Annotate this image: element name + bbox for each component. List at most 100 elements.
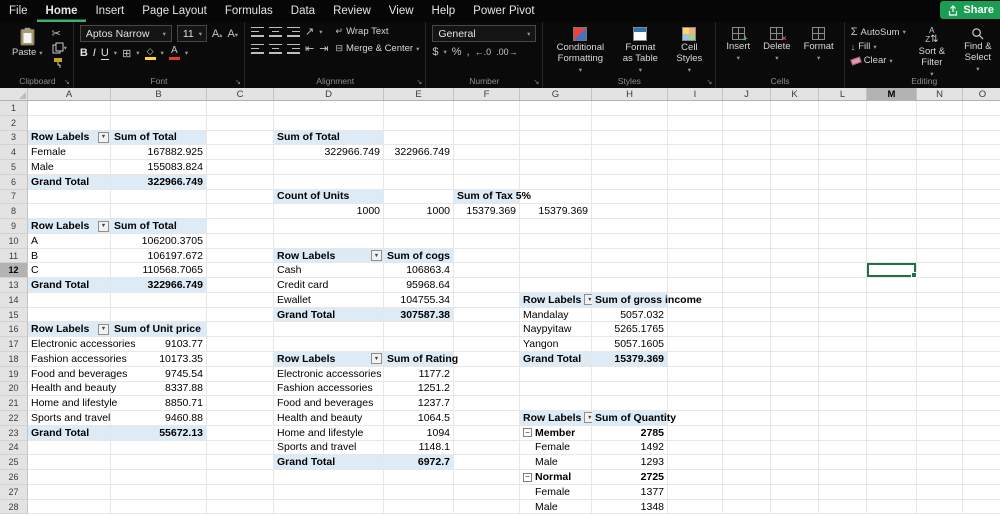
cell-I6[interactable] — [668, 174, 723, 190]
cell-L27[interactable] — [819, 484, 867, 500]
column-header-N[interactable]: N — [917, 88, 963, 100]
cell-D22[interactable]: Health and beauty — [274, 411, 384, 426]
cell-K25[interactable] — [771, 455, 819, 471]
row-header-13[interactable]: 13 — [0, 278, 28, 293]
cell-K4[interactable] — [771, 145, 819, 161]
cell-H15[interactable]: 5057.032 — [592, 307, 668, 323]
cell-H11[interactable] — [592, 248, 668, 264]
cell-A11[interactable]: B — [28, 248, 111, 264]
cell-C25[interactable] — [207, 455, 274, 471]
cell-K14[interactable] — [771, 292, 819, 308]
cell-E12[interactable]: 106863.4 — [384, 263, 454, 279]
cell-J1[interactable] — [723, 101, 771, 116]
cell-K22[interactable] — [771, 411, 819, 426]
cell-C12[interactable] — [207, 263, 274, 279]
insert-cells-button[interactable]: + Insert ▾ — [722, 25, 754, 64]
cell-N21[interactable] — [917, 396, 963, 412]
cell-O13[interactable] — [963, 278, 1000, 293]
cell-N12[interactable] — [917, 263, 963, 279]
column-header-E[interactable]: E — [384, 88, 454, 100]
cell-C14[interactable] — [207, 292, 274, 308]
copy-button[interactable]: ▾ — [52, 42, 67, 54]
column-header-A[interactable]: A — [28, 88, 111, 100]
row-header-7[interactable]: 7 — [0, 189, 28, 205]
cell-C3[interactable] — [207, 130, 274, 146]
cell-M24[interactable] — [867, 440, 917, 456]
format-as-table-button[interactable]: Format as Table ▾ — [616, 25, 664, 76]
cell-K7[interactable] — [771, 189, 819, 205]
cell-D21[interactable]: Food and beverages — [274, 396, 384, 412]
cell-F9[interactable] — [454, 219, 520, 234]
cell-O6[interactable] — [963, 175, 1000, 190]
cell-F28[interactable] — [454, 499, 520, 515]
cell-M3[interactable] — [867, 130, 917, 146]
cell-F2[interactable] — [454, 115, 520, 131]
row-header-8[interactable]: 8 — [0, 204, 28, 220]
cell-E5[interactable] — [384, 160, 454, 175]
cell-N11[interactable] — [917, 248, 963, 264]
cell-E4[interactable]: 322966.749 — [384, 145, 454, 161]
cell-O3[interactable] — [963, 131, 1000, 146]
cell-D19[interactable]: Electronic accessories — [274, 366, 384, 382]
cell-M15[interactable] — [867, 307, 917, 323]
cell-B10[interactable]: 106200.3705 — [111, 233, 207, 249]
cell-B5[interactable]: 155083.824 — [111, 160, 207, 175]
cell-L13[interactable] — [819, 278, 867, 293]
cell-B13[interactable]: 322966.749 — [111, 278, 207, 293]
cell-L25[interactable] — [819, 455, 867, 471]
cell-D26[interactable] — [274, 470, 384, 485]
cell-M18[interactable] — [867, 352, 917, 367]
cell-C5[interactable] — [207, 160, 274, 175]
row-header-9[interactable]: 9 — [0, 219, 28, 234]
cell-G21[interactable] — [520, 396, 592, 412]
cell-J15[interactable] — [723, 307, 771, 323]
cell-L23[interactable] — [819, 425, 867, 441]
cell-F11[interactable] — [454, 248, 520, 264]
cell-F1[interactable] — [454, 101, 520, 116]
cell-G5[interactable] — [520, 160, 592, 175]
cell-F19[interactable] — [454, 366, 520, 382]
cell-O5[interactable] — [963, 160, 1000, 175]
cell-J17[interactable] — [723, 337, 771, 353]
menu-tab-home[interactable]: Home — [37, 0, 87, 22]
cell-G11[interactable] — [520, 248, 592, 264]
filter-button[interactable]: ▼ — [98, 323, 109, 335]
cell-M17[interactable] — [867, 337, 917, 353]
cell-D13[interactable]: Credit card — [274, 278, 384, 293]
cell-N24[interactable] — [917, 440, 963, 456]
cell-E20[interactable]: 1251.2 — [384, 381, 454, 397]
cell-M26[interactable] — [867, 470, 917, 485]
cell-D17[interactable] — [274, 337, 384, 353]
cell-B17[interactable]: 9103.77 — [111, 337, 207, 353]
cell-E15[interactable]: 307587.38 — [384, 307, 454, 323]
cell-D4[interactable]: 322966.749 — [274, 145, 384, 161]
cell-I9[interactable] — [668, 219, 723, 234]
cell-A21[interactable]: Home and lifestyle — [28, 396, 117, 412]
cell-A12[interactable]: C — [28, 263, 111, 279]
cell-O19[interactable] — [963, 367, 1000, 382]
font-name-select[interactable]: Aptos Narrow ▾ — [79, 25, 172, 42]
cell-M7[interactable] — [867, 189, 917, 205]
align-middle-icon[interactable] — [269, 26, 283, 37]
cell-E9[interactable] — [384, 219, 454, 234]
cell-K19[interactable] — [771, 366, 819, 382]
cell-H21[interactable] — [592, 396, 668, 412]
cell-B16[interactable]: Sum of Unit price — [111, 322, 207, 338]
cell-K8[interactable] — [771, 204, 819, 220]
column-header-K[interactable]: K — [771, 88, 819, 100]
row-header-20[interactable]: 20 — [0, 381, 28, 397]
cell-F3[interactable] — [454, 130, 520, 146]
cell-L15[interactable] — [819, 307, 867, 323]
cell-B19[interactable]: 9745.54 — [111, 366, 207, 382]
cell-K23[interactable] — [771, 425, 819, 441]
cell-I5[interactable] — [668, 160, 723, 175]
row-header-15[interactable]: 15 — [0, 307, 28, 323]
cell-F5[interactable] — [454, 160, 520, 175]
cell-K15[interactable] — [771, 307, 819, 323]
cell-C13[interactable] — [207, 278, 274, 293]
cell-L22[interactable] — [819, 411, 867, 426]
font-dialog-launcher-icon[interactable]: ↘ — [235, 78, 241, 86]
cell-K11[interactable] — [771, 248, 819, 264]
cell-J23[interactable] — [723, 425, 771, 441]
cell-A26[interactable] — [28, 470, 111, 485]
